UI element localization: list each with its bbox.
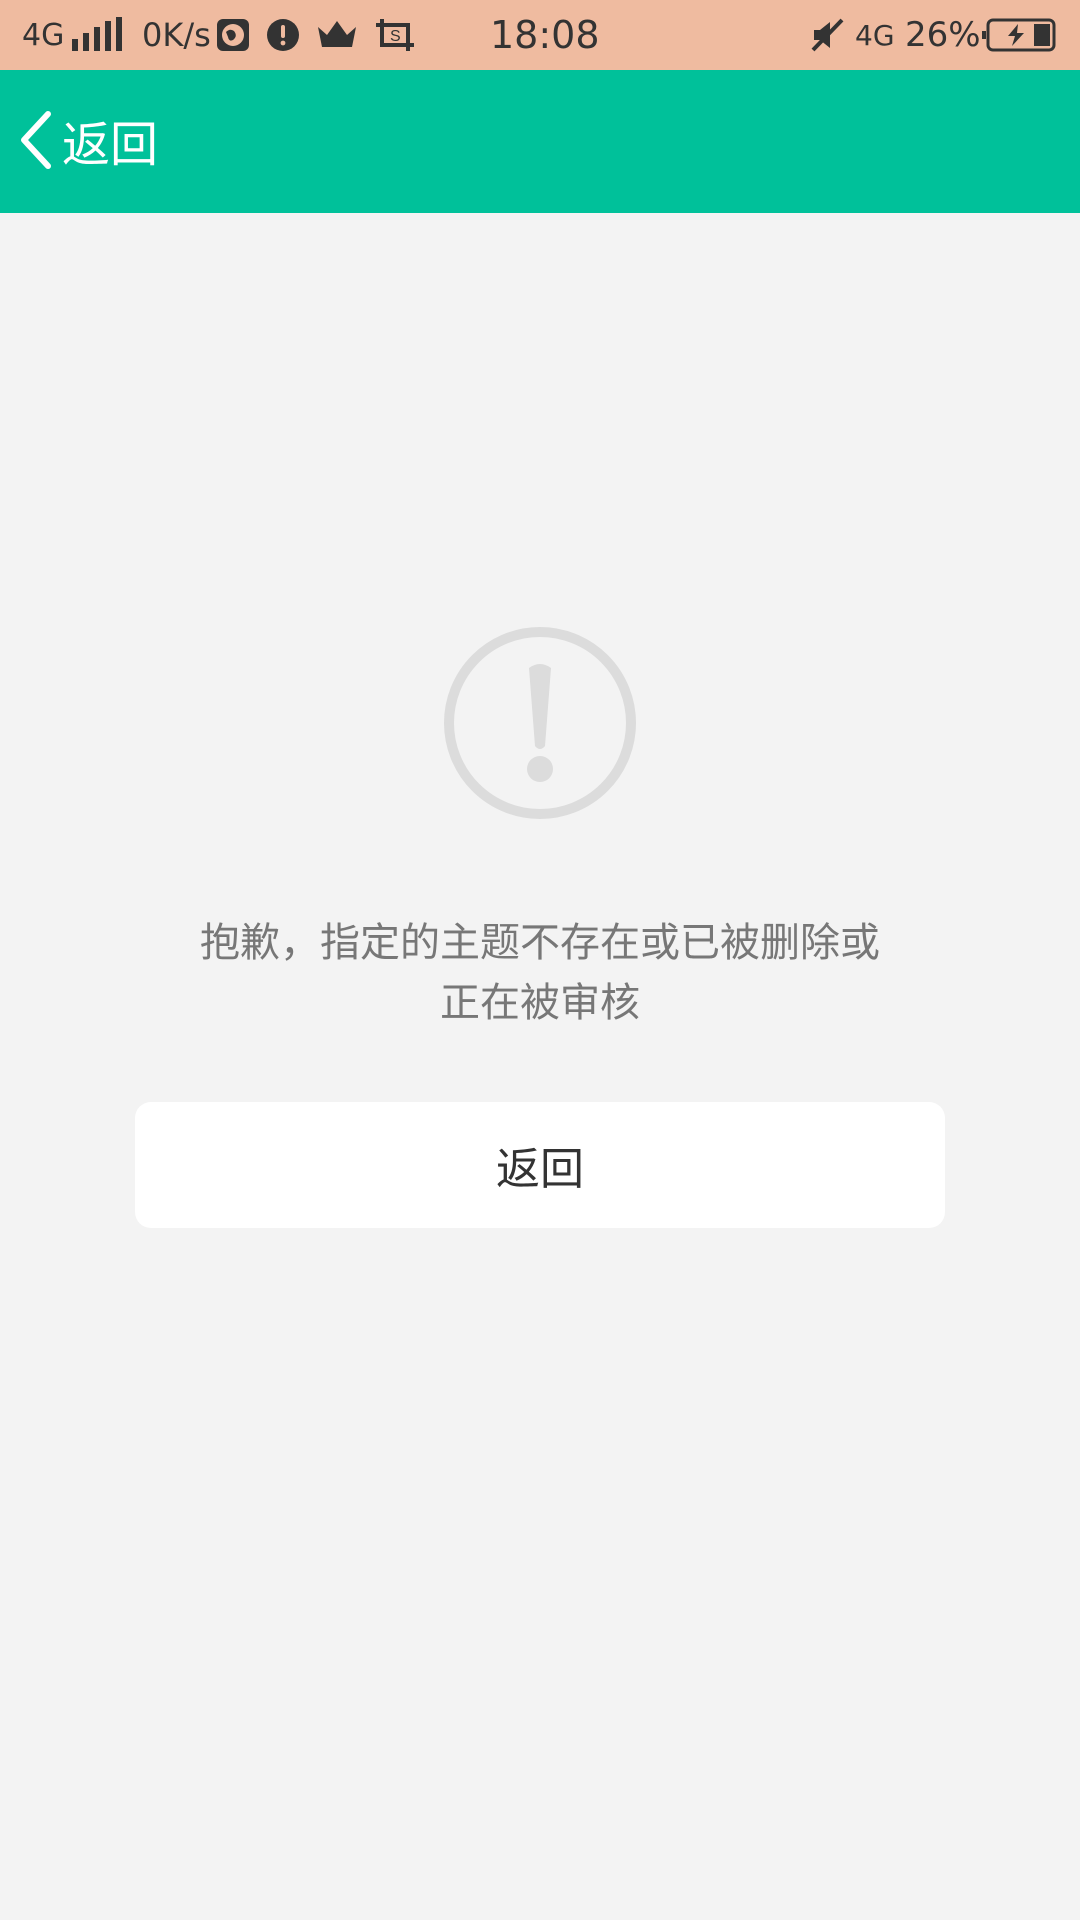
exclamation-circle-icon <box>443 626 637 820</box>
status-bar: 4G 0K/s S 18:08 4G 26% <box>0 0 1080 70</box>
battery-charging-icon <box>982 0 1056 70</box>
back-button[interactable]: 返回 <box>18 90 158 190</box>
network-type-right: 4G <box>855 18 895 52</box>
network-speed: 0K/s <box>142 16 211 54</box>
crown-icon <box>316 0 358 70</box>
screenshot-icon: S <box>376 0 416 70</box>
error-message: 抱歉，指定的主题不存在或已被删除或 正在被审核 <box>150 913 930 1033</box>
error-message-line-2: 正在被审核 <box>440 980 640 1026</box>
battery-percent: 26% <box>905 15 981 55</box>
clock-time: 18:08 <box>490 13 600 57</box>
globe-icon <box>216 0 250 70</box>
back-button-label: 返回 <box>62 117 159 173</box>
error-content: 抱歉，指定的主题不存在或已被删除或 正在被审核 返回 <box>0 213 1080 1920</box>
alert-circle-icon <box>266 0 300 70</box>
error-message-line-1: 抱歉，指定的主题不存在或已被删除或 <box>200 920 880 966</box>
network-type: 4G <box>22 17 65 53</box>
chevron-left-icon <box>21 111 51 169</box>
return-button[interactable]: 返回 <box>135 1102 945 1228</box>
svg-text:S: S <box>390 28 401 45</box>
mute-icon <box>810 0 846 70</box>
app-bar: 返回 <box>0 70 1080 213</box>
signal-bars-icon <box>72 0 126 70</box>
